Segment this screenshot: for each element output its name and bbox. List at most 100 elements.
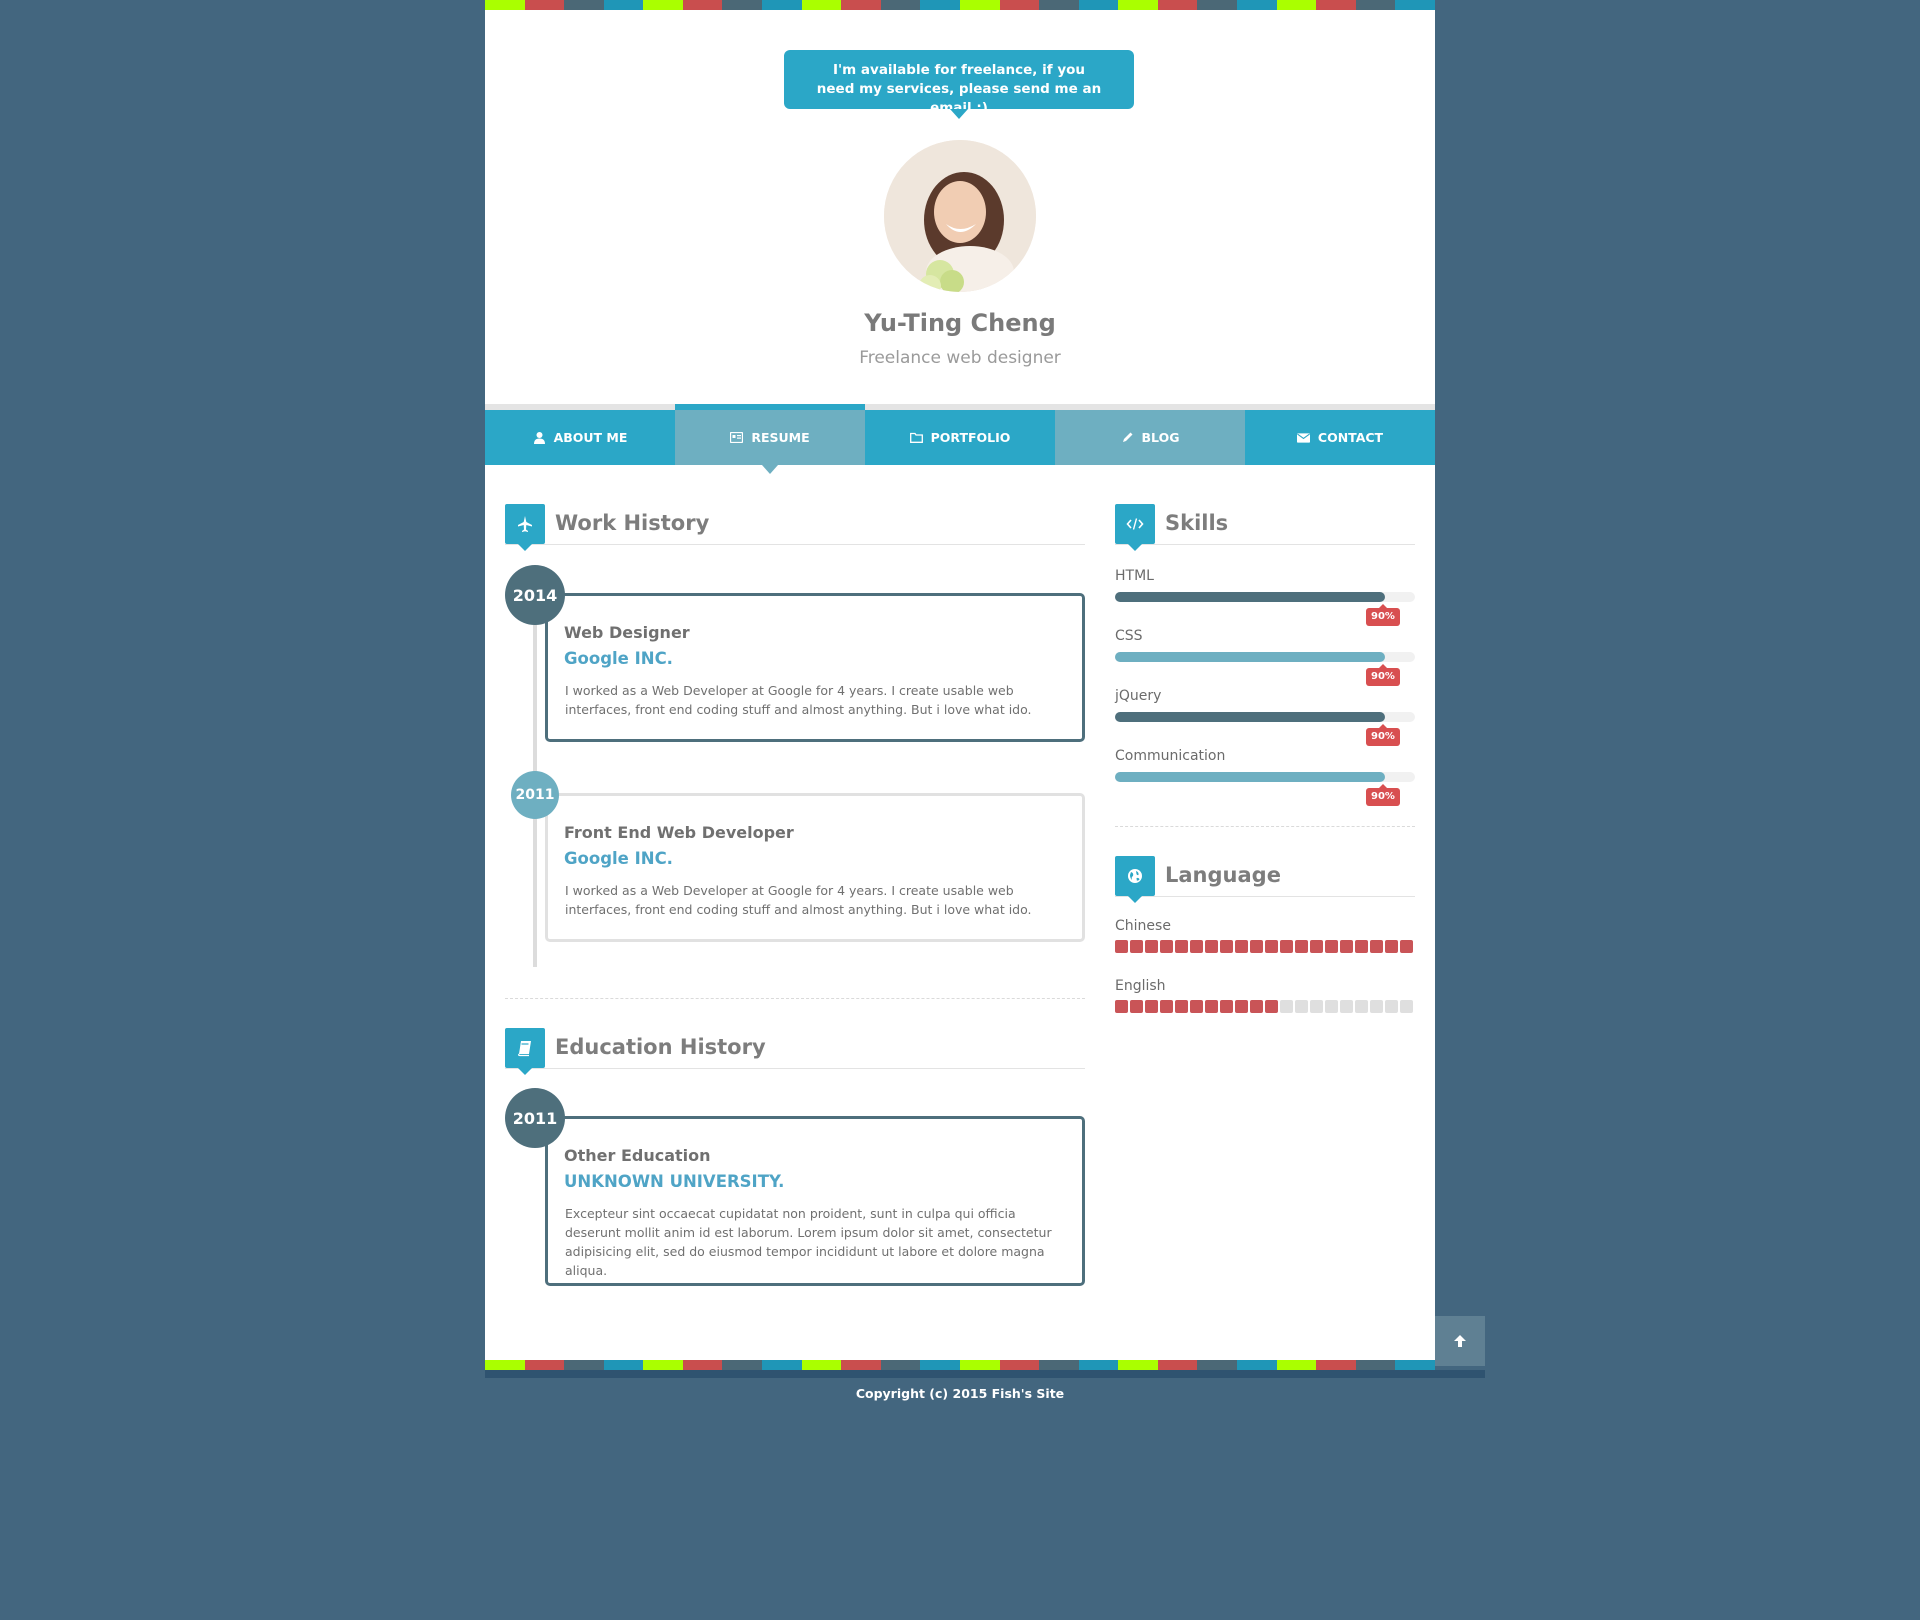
nav-blog[interactable]: Blog — [1055, 410, 1245, 465]
section-divider — [505, 998, 1085, 999]
skills-header: Skills — [1115, 504, 1415, 551]
language-level-block — [1115, 1000, 1128, 1013]
language-level-block — [1385, 1000, 1398, 1013]
skill-bar-fill — [1115, 592, 1385, 602]
stripe-segment — [959, 1360, 1000, 1370]
language-level — [1115, 1000, 1413, 1013]
stripe-segment — [603, 1360, 644, 1370]
stripe-segment — [920, 1360, 960, 1370]
nav-label: Contact — [1317, 430, 1384, 445]
profile-name: Yu-Ting Cheng — [864, 309, 1056, 337]
language-level-block — [1160, 940, 1173, 953]
section-divider — [1115, 826, 1415, 827]
language-level-block — [1400, 1000, 1413, 1013]
job-title: Front End Web Developer — [564, 823, 794, 842]
nav-portfolio[interactable]: Portfolio — [865, 410, 1055, 465]
stripe-segment — [841, 1360, 881, 1370]
top-color-stripe — [485, 0, 1435, 10]
stripe-segment — [1197, 0, 1237, 10]
skill-percent-badge: 90% — [1366, 604, 1400, 626]
stripe-segment — [880, 1360, 921, 1370]
language-level-block — [1310, 1000, 1323, 1013]
arrow-up-icon — [1454, 1335, 1466, 1347]
school-name: UNKNOWN UNIVERSITY. — [564, 1172, 785, 1191]
language-level-block — [1235, 1000, 1248, 1013]
education-card: Other Education UNKNOWN UNIVERSITY. Exce… — [545, 1116, 1085, 1286]
section-title: Language — [1165, 863, 1281, 887]
language-level-block — [1190, 1000, 1203, 1013]
nav-resume[interactable]: Resume — [675, 404, 865, 474]
airplane-icon — [505, 504, 545, 551]
user-icon — [533, 431, 546, 444]
language-level-block — [1145, 940, 1158, 953]
resume-page: I'm available for freelance, if you need… — [485, 0, 1435, 1360]
stripe-segment — [564, 1360, 604, 1370]
nav-contact[interactable]: Contact — [1245, 410, 1435, 465]
skill-bar-track — [1115, 712, 1415, 722]
work-card: Front End Web Developer Google INC. I wo… — [545, 793, 1085, 942]
folder-icon — [909, 431, 923, 444]
skill-name: HTML — [1115, 568, 1154, 584]
stripe-segment — [524, 1360, 565, 1370]
main-nav: About Me Resume Portfolio Blog Contact — [485, 404, 1435, 474]
stripe-segment — [1355, 1360, 1396, 1370]
language-level-block — [1310, 940, 1323, 953]
skill-bar-track — [1115, 772, 1415, 782]
skill-name: CSS — [1115, 628, 1143, 644]
language-level-block — [1280, 940, 1293, 953]
language-level-block — [1325, 1000, 1338, 1013]
nav-about-me[interactable]: About Me — [485, 410, 675, 465]
job-description: I worked as a Web Developer at Google fo… — [565, 883, 1032, 917]
language-level-block — [1115, 940, 1128, 953]
language-level-block — [1340, 1000, 1353, 1013]
stripe-segment — [1118, 1360, 1158, 1370]
language-level-block — [1250, 1000, 1263, 1013]
section-title: Education History — [555, 1035, 766, 1059]
stripe-segment — [801, 1360, 842, 1370]
skill-name: jQuery — [1115, 688, 1162, 704]
language-level-block — [1280, 1000, 1293, 1013]
education-title: Other Education — [564, 1146, 711, 1165]
freelance-bubble: I'm available for freelance, if you need… — [784, 50, 1134, 119]
skill-bar-fill — [1115, 772, 1385, 782]
stripe-segment — [1039, 0, 1079, 10]
stripe-segment — [762, 1360, 802, 1370]
language-level-block — [1265, 940, 1278, 953]
stripe-segment — [959, 0, 1000, 10]
bottom-color-stripe — [485, 1360, 1435, 1370]
back-to-top-button[interactable] — [1435, 1316, 1485, 1366]
education-description: Excepteur sint occaecat cupidatat non pr… — [565, 1206, 1052, 1278]
work-history-header: Work History — [505, 504, 1085, 551]
stripe-segment — [1395, 1360, 1435, 1370]
stripe-segment — [1355, 0, 1396, 10]
stripe-segment — [1078, 1360, 1119, 1370]
stripe-segment — [643, 1360, 683, 1370]
copyright-text: Copyright (c) 2015 Fish's Site — [855, 1386, 1065, 1401]
stripe-segment — [1316, 1360, 1356, 1370]
language-level-block — [1325, 940, 1338, 953]
stripe-segment — [999, 1360, 1040, 1370]
education-history-header: Education History — [505, 1028, 1085, 1075]
profile-role: Freelance web designer — [859, 348, 1061, 368]
stripe-segment — [841, 0, 881, 10]
language-level-block — [1355, 1000, 1368, 1013]
language-level-block — [1235, 940, 1248, 953]
code-icon — [1115, 504, 1155, 551]
stripe-segment — [762, 0, 802, 10]
language-level-block — [1220, 940, 1233, 953]
language-level-block — [1340, 940, 1353, 953]
stripe-segment — [603, 0, 644, 10]
stripe-segment — [485, 0, 525, 10]
skill-bar-fill — [1115, 652, 1385, 662]
stripe-segment — [722, 0, 763, 10]
language-name: Chinese — [1115, 918, 1171, 934]
book-icon — [505, 1028, 545, 1075]
stripe-segment — [1316, 0, 1356, 10]
skill-bar-track — [1115, 592, 1415, 602]
stripe-segment — [524, 0, 565, 10]
nav-label: About Me — [553, 430, 628, 445]
stripe-segment — [643, 0, 683, 10]
year-badge: 2011 — [505, 1088, 565, 1148]
stripe-segment — [880, 0, 921, 10]
footer-band — [485, 1370, 1485, 1378]
